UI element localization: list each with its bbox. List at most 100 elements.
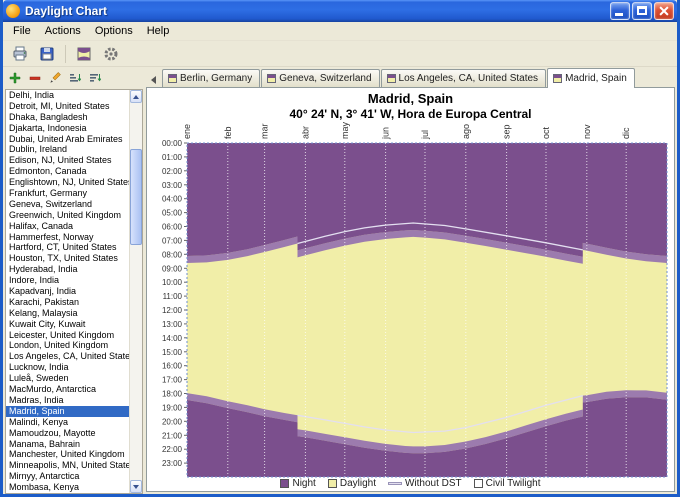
tab-madrid-spain[interactable]: Madrid, Spain bbox=[547, 68, 635, 88]
legend-label: Without DST bbox=[404, 478, 462, 489]
chart-button[interactable] bbox=[72, 43, 96, 65]
chart-icon bbox=[77, 47, 91, 60]
menu-item-actions[interactable]: Actions bbox=[38, 23, 88, 39]
y-axis-tick-label: 02:00 bbox=[161, 167, 182, 176]
locations-toolbar bbox=[3, 67, 143, 89]
y-axis-tick-label: 10:00 bbox=[161, 278, 182, 287]
city-list-item[interactable]: Kelang, Malaysia bbox=[6, 308, 129, 319]
city-list-item[interactable]: Edmonton, Canada bbox=[6, 166, 129, 177]
legend-label: Night bbox=[292, 478, 316, 489]
menu-item-help[interactable]: Help bbox=[140, 23, 177, 39]
city-list-item[interactable]: Manchester, United Kingdom bbox=[6, 449, 129, 460]
remove-location-icon bbox=[29, 76, 41, 80]
y-axis-tick-label: 08:00 bbox=[161, 250, 182, 259]
y-axis-tick-label: 22:00 bbox=[161, 445, 182, 454]
y-axis-tick-label: 16:00 bbox=[161, 362, 182, 371]
scrollbar-track[interactable] bbox=[130, 103, 142, 480]
y-axis-tick-label: 23:00 bbox=[161, 459, 182, 468]
app-window: Daylight Chart FileActionsOptionsHelp bbox=[0, 0, 680, 497]
city-list-item[interactable]: Edison, NJ, United States bbox=[6, 155, 129, 166]
x-axis-month-label: may bbox=[339, 121, 349, 139]
legend-label: Daylight bbox=[339, 478, 376, 489]
city-list-item[interactable]: Englishtown, NJ, United States bbox=[6, 177, 129, 188]
sort-ascending-button[interactable] bbox=[66, 70, 84, 87]
print-icon bbox=[13, 46, 27, 60]
tab-geneva-switzerland[interactable]: Geneva, Switzerland bbox=[261, 69, 380, 87]
city-list-item[interactable]: Mombasa, Kenya bbox=[6, 482, 129, 493]
sort-descending-button[interactable] bbox=[86, 70, 104, 87]
arrow-down-icon bbox=[133, 484, 139, 489]
city-list-item[interactable]: Hartford, CT, United States bbox=[6, 242, 129, 253]
city-list-item[interactable]: London, United Kingdom bbox=[6, 340, 129, 351]
x-axis-month-label: ene bbox=[182, 124, 192, 139]
tab-chart-icon bbox=[386, 74, 396, 83]
city-list-item[interactable]: Greenwich, United Kingdom bbox=[6, 210, 129, 221]
city-list-item[interactable]: Lucknow, India bbox=[6, 362, 129, 373]
y-axis-tick-label: 07:00 bbox=[161, 236, 182, 245]
scrollbar-thumb[interactable] bbox=[130, 149, 142, 245]
remove-location-button[interactable] bbox=[26, 70, 44, 87]
x-axis-month-label: mar bbox=[259, 123, 269, 139]
daylight-plot: ene feb mar abr may jun jul ago sep oct nov dic 00:0… bbox=[147, 121, 674, 478]
city-list-item[interactable]: Delhi, India bbox=[6, 90, 129, 101]
y-axis-tick-label: 00:00 bbox=[161, 139, 182, 148]
city-list-item[interactable]: Los Angeles, CA, United States bbox=[6, 351, 129, 362]
scroll-down-button[interactable] bbox=[130, 480, 142, 493]
y-axis-tick-label: 12:00 bbox=[161, 306, 182, 315]
city-list-item[interactable]: Houston, TX, United States bbox=[6, 253, 129, 264]
legend-swatch-civil-twilight bbox=[473, 479, 483, 488]
city-list-item[interactable]: Indore, India bbox=[6, 275, 129, 286]
city-list-item[interactable]: Dhaka, Bangladesh bbox=[6, 112, 129, 123]
title-bar[interactable]: Daylight Chart bbox=[3, 0, 677, 22]
close-button[interactable] bbox=[654, 2, 674, 20]
city-list-item[interactable]: Malindi, Kenya bbox=[6, 417, 129, 428]
city-list-item[interactable]: Mirnyy, Antarctica bbox=[6, 471, 129, 482]
legend-item-without-dst: Without DST bbox=[387, 478, 462, 489]
city-list-item[interactable]: Luleå, Sweden bbox=[6, 373, 129, 384]
options-icon bbox=[104, 47, 118, 60]
chart-legend: Night Daylight Without DST Civil Twilight bbox=[147, 476, 674, 491]
city-list-item[interactable]: MacMurdo, Antarctica bbox=[6, 384, 129, 395]
x-axis-month-label: oct bbox=[541, 126, 551, 139]
add-location-button[interactable] bbox=[6, 70, 24, 87]
maximize-icon bbox=[637, 6, 647, 15]
menu-item-options[interactable]: Options bbox=[88, 23, 140, 39]
city-list-item[interactable]: Djakarta, Indonesia bbox=[6, 123, 129, 134]
city-list-item[interactable]: Manama, Bahrain bbox=[6, 439, 129, 450]
city-list-item[interactable]: Madrid, Spain bbox=[6, 405, 129, 417]
x-axis-month-label: nov bbox=[581, 124, 591, 139]
menu-item-file[interactable]: File bbox=[6, 23, 38, 39]
print-button[interactable] bbox=[8, 43, 32, 65]
city-list-item[interactable]: Hyderabad, India bbox=[6, 264, 129, 275]
y-axis-tick-label: 19:00 bbox=[161, 403, 182, 412]
y-axis-tick-label: 04:00 bbox=[161, 195, 182, 204]
city-list-item[interactable]: Kuwait City, Kuwait bbox=[6, 319, 129, 330]
options-button[interactable] bbox=[99, 43, 123, 65]
city-list-item[interactable]: Geneva, Switzerland bbox=[6, 199, 129, 210]
y-axis-tick-label: 15:00 bbox=[161, 348, 182, 357]
city-list-item[interactable]: Leicester, United Kingdom bbox=[6, 330, 129, 341]
city-list-item[interactable]: Minneapolis, MN, United States bbox=[6, 460, 129, 471]
tab-berlin-germany[interactable]: Berlin, Germany bbox=[162, 69, 261, 87]
city-list-item[interactable]: Hammerfest, Norway bbox=[6, 232, 129, 243]
minimize-button[interactable] bbox=[610, 2, 630, 20]
city-list-item[interactable]: Frankfurt, Germany bbox=[6, 188, 129, 199]
city-list-item[interactable]: Kapadvanj, India bbox=[6, 286, 129, 297]
city-list-item[interactable]: Madras, India bbox=[6, 395, 129, 406]
maximize-button[interactable] bbox=[632, 2, 652, 20]
city-list-item[interactable]: Detroit, MI, United States bbox=[6, 101, 129, 112]
scroll-up-button[interactable] bbox=[130, 90, 142, 103]
save-button[interactable] bbox=[35, 43, 59, 65]
city-list-item[interactable]: Halifax, Canada bbox=[6, 221, 129, 232]
city-list-item[interactable]: Dublin, Ireland bbox=[6, 144, 129, 155]
edit-location-button[interactable] bbox=[46, 70, 64, 87]
city-list-scrollbar[interactable] bbox=[129, 90, 142, 493]
x-axis-month-label: abr bbox=[300, 126, 310, 139]
city-list-container: Delhi, India Detroit, MI, United States Dh… bbox=[5, 89, 143, 494]
tab-los-angeles-ca-united-states[interactable]: Los Angeles, CA, United States bbox=[380, 69, 547, 87]
tab-scroll-left-button[interactable] bbox=[147, 72, 160, 87]
city-list-item[interactable]: Mamoudzou, Mayotte bbox=[6, 428, 129, 439]
legend-item-night: Night bbox=[280, 478, 316, 489]
city-list-item[interactable]: Karachi, Pakistan bbox=[6, 297, 129, 308]
city-list-item[interactable]: Dubai, United Arab Emirates bbox=[6, 134, 129, 145]
